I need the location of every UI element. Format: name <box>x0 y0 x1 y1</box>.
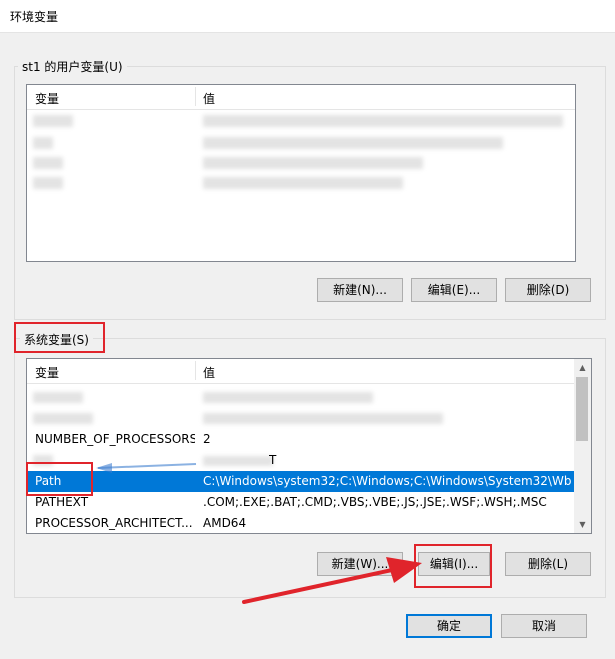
system-delete-button[interactable]: 删除(L) <box>505 552 591 576</box>
redacted-row <box>203 115 563 127</box>
scroll-up-icon[interactable]: ▲ <box>574 359 591 376</box>
title-bar: 环境变量 <box>0 0 615 33</box>
table-row[interactable] <box>27 408 574 429</box>
vertical-scrollbar[interactable]: ▲ ▼ <box>574 359 591 533</box>
table-row[interactable]: PROCESSOR_ARCHITECT... AMD64 <box>27 513 574 533</box>
scroll-down-icon[interactable]: ▼ <box>574 516 591 533</box>
table-row[interactable]: NUMBER_OF_PROCESSORS 2 <box>27 429 574 450</box>
redacted-row <box>33 137 53 149</box>
annotation-edit-button-box <box>414 544 492 588</box>
redacted-row <box>203 157 423 169</box>
redacted-row <box>203 413 443 424</box>
redacted-row <box>33 413 93 424</box>
variable-name: PROCESSOR_ARCHITECT... <box>35 516 193 530</box>
table-row-selected[interactable]: Path C:\Windows\system32;C:\Windows;C:\W… <box>27 471 574 492</box>
redacted-row <box>203 392 373 403</box>
variable-name: PATHEXT <box>35 495 89 509</box>
redacted-row <box>203 177 403 189</box>
variable-value: .COM;.EXE;.BAT;.CMD;.VBS;.VBE;.JS;.JSE;.… <box>203 495 547 509</box>
user-delete-button[interactable]: 删除(D) <box>505 278 591 302</box>
annotation-system-label-box <box>14 322 105 353</box>
cancel-button[interactable]: 取消 <box>501 614 587 638</box>
variable-name: NUMBER_OF_PROCESSORS <box>35 432 195 446</box>
user-variables-label: st1 的用户变量(U) <box>18 58 127 75</box>
redacted-row <box>33 115 73 127</box>
column-divider[interactable] <box>195 87 196 106</box>
redacted-row <box>203 137 503 149</box>
variable-value: 2 <box>203 432 211 446</box>
system-variables-list[interactable]: 变量 值 NUMBER_OF_PROCESSORS 2 T Path C:\Wi… <box>26 358 592 534</box>
system-col-value[interactable]: 值 <box>203 364 215 381</box>
user-new-button[interactable]: 新建(N)... <box>317 278 403 302</box>
scroll-thumb[interactable] <box>576 377 588 441</box>
redacted-row <box>33 392 83 403</box>
table-row[interactable] <box>27 387 574 408</box>
ok-button[interactable]: 确定 <box>406 614 492 638</box>
system-col-variable[interactable]: 变量 <box>35 364 59 381</box>
system-new-button[interactable]: 新建(W)... <box>317 552 403 576</box>
user-list-header: 变量 值 <box>27 85 575 110</box>
user-edit-button[interactable]: 编辑(E)... <box>411 278 497 302</box>
annotation-path-box <box>26 462 93 496</box>
variable-value: T <box>269 453 277 467</box>
redacted-row <box>33 157 63 169</box>
window-title: 环境变量 <box>10 10 59 24</box>
variable-value: AMD64 <box>203 516 247 530</box>
variable-value: C:\Windows\system32;C:\Windows;C:\Window… <box>203 474 571 488</box>
table-row[interactable]: T <box>27 450 574 471</box>
column-divider[interactable] <box>195 361 196 380</box>
user-col-value[interactable]: 值 <box>203 90 215 107</box>
table-row[interactable]: PATHEXT .COM;.EXE;.BAT;.CMD;.VBS;.VBE;.J… <box>27 492 574 513</box>
system-list-header: 变量 值 <box>27 359 574 384</box>
user-col-variable[interactable]: 变量 <box>35 90 59 107</box>
redacted-row <box>203 456 273 466</box>
redacted-row <box>33 177 63 189</box>
user-variables-list[interactable]: 变量 值 <box>26 84 576 262</box>
